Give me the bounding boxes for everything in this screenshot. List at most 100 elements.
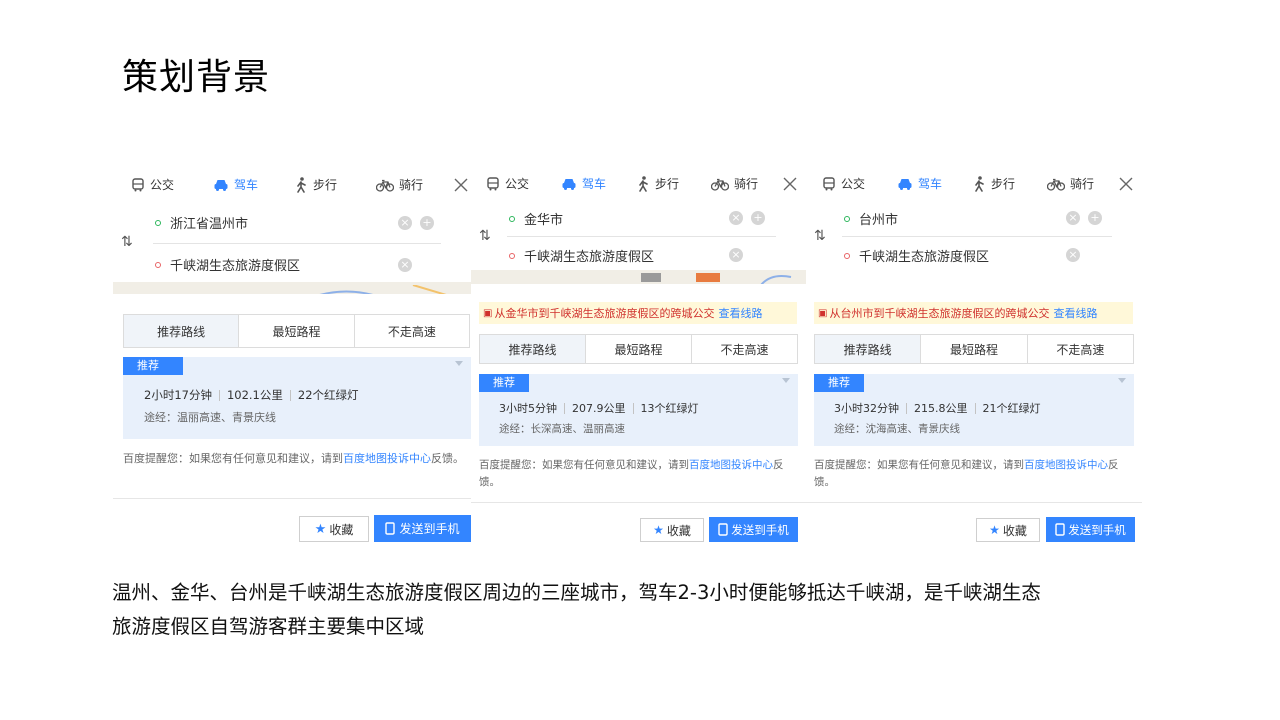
mode-shortest[interactable]: 最短路程	[585, 335, 691, 363]
clear-icon[interactable]: ×	[1066, 248, 1080, 262]
intercity-bus-notice: ▣ 从金华市到千峡湖生态旅游度假区的跨城公交 查看线路	[479, 302, 797, 324]
clear-icon[interactable]: ×	[729, 248, 743, 262]
recommended-badge: 推荐	[123, 357, 183, 375]
clear-icon[interactable]: ×	[398, 216, 412, 230]
end-field[interactable]: 千峡湖生态旅游度假区	[844, 246, 989, 265]
tab-bike[interactable]: 骑行	[376, 176, 423, 193]
bike-icon	[376, 179, 394, 192]
chevron-down-icon[interactable]	[1118, 378, 1126, 383]
favorite-button[interactable]: ★ 收藏	[299, 516, 369, 542]
chevron-down-icon[interactable]	[782, 378, 790, 383]
tab-drive-label: 驾车	[582, 177, 607, 191]
chevron-down-icon[interactable]	[455, 361, 463, 366]
complaint-center-link[interactable]: 百度地图投诉中心	[689, 459, 773, 471]
bus-icon: ▣	[483, 307, 493, 319]
route-via: 途经：沈海高速、青景庆线	[834, 423, 960, 435]
tip-text: 百度提醒您：如果您有任何意见和建议，请到	[814, 459, 1024, 471]
tab-drive[interactable]: 驾车	[213, 176, 258, 193]
tab-bus[interactable]: 公交	[486, 175, 529, 192]
send-to-phone-button[interactable]: 发送到手机	[709, 517, 798, 542]
start-field[interactable]: 金华市	[509, 209, 563, 228]
tab-bus-label: 公交	[150, 178, 175, 192]
tab-walk-label: 步行	[313, 178, 338, 192]
recommended-route-card[interactable]: 推荐 3小时32分钟 215.8公里 21个红绿灯 途经：沈海高速、青景庆线	[814, 374, 1134, 446]
route-stats: 3小时5分钟 207.9公里 13个红绿灯	[499, 400, 699, 416]
end-field[interactable]: 千峡湖生态旅游度假区	[509, 246, 654, 265]
mode-recommended[interactable]: 推荐路线	[815, 335, 921, 363]
start-value: 台州市	[859, 213, 899, 228]
bike-icon	[1047, 178, 1065, 191]
route-via: 途经：长深高速、温丽高速	[499, 423, 625, 435]
favorite-label: 收藏	[329, 522, 354, 537]
complaint-center-link[interactable]: 百度地图投诉中心	[343, 452, 431, 465]
tab-bike-label: 骑行	[399, 178, 424, 192]
phone-icon	[385, 522, 396, 535]
swap-icon[interactable]: ⇅	[121, 234, 133, 250]
close-icon[interactable]	[782, 176, 798, 192]
close-icon[interactable]	[453, 177, 469, 193]
intercity-bus-notice: ▣ 从台州市到千峡湖生态旅游度假区的跨城公交 查看线路	[814, 302, 1133, 324]
start-field[interactable]: 台州市	[844, 209, 898, 228]
tab-bus[interactable]: 公交	[822, 175, 865, 192]
end-field[interactable]: 千峡湖生态旅游度假区	[155, 255, 300, 274]
swap-icon[interactable]: ⇅	[479, 228, 491, 244]
mode-recommended[interactable]: 推荐路线	[124, 315, 239, 347]
clear-icon[interactable]: ×	[398, 258, 412, 272]
tab-drive[interactable]: 驾车	[561, 175, 606, 192]
walk-icon	[639, 175, 648, 192]
tab-bus-label: 公交	[505, 177, 530, 191]
mode-shortest[interactable]: 最短路程	[920, 335, 1026, 363]
tab-bike[interactable]: 骑行	[1047, 175, 1094, 192]
clear-icon[interactable]: ×	[1066, 211, 1080, 225]
route-distance: 215.8公里	[914, 402, 968, 415]
close-icon[interactable]	[1118, 176, 1134, 192]
start-dot-icon	[155, 219, 161, 226]
mode-no-highway[interactable]: 不走高速	[691, 335, 797, 363]
feedback-tip: 百度提醒您：如果您有任何意见和建议，请到百度地图投诉中心反馈。	[814, 457, 1136, 491]
view-route-link[interactable]: 查看线路	[1053, 305, 1097, 321]
mode-recommended[interactable]: 推荐路线	[480, 335, 585, 363]
tab-bus[interactable]: 公交	[131, 176, 174, 193]
end-dot-icon	[509, 252, 515, 259]
tab-walk[interactable]: 步行	[972, 175, 1015, 192]
view-route-link[interactable]: 查看线路	[718, 305, 762, 321]
star-icon: ★	[314, 521, 327, 537]
send-to-phone-button[interactable]: 发送到手机	[374, 515, 471, 542]
send-to-phone-button[interactable]: 发送到手机	[1046, 517, 1135, 542]
start-field[interactable]: 浙江省温州市	[155, 213, 248, 232]
tip-text: 百度提醒您：如果您有任何意见和建议，请到	[123, 452, 343, 465]
end-value: 千峡湖生态旅游度假区	[170, 259, 301, 274]
plus-icon[interactable]: +	[1088, 211, 1102, 225]
recommended-route-card[interactable]: 推荐 3小时5分钟 207.9公里 13个红绿灯 途经：长深高速、温丽高速	[479, 374, 798, 446]
recommended-route-card[interactable]: 推荐 2小时17分钟 102.1公里 22个红绿灯 途经：温丽高速、青景庆线	[123, 357, 471, 439]
map-background	[113, 282, 471, 294]
favorite-button[interactable]: ★ 收藏	[976, 518, 1040, 542]
divider	[806, 502, 1142, 503]
mode-shortest[interactable]: 最短路程	[238, 315, 353, 347]
start-value: 金华市	[524, 213, 564, 228]
tab-walk[interactable]: 步行	[636, 175, 679, 192]
mode-no-highway[interactable]: 不走高速	[1026, 335, 1133, 363]
divider	[113, 498, 471, 499]
tab-bike[interactable]: 骑行	[711, 175, 758, 192]
caption-line-2: 旅游度假区自驾游客群主要集中区域	[112, 615, 425, 638]
route-stats: 2小时17分钟 102.1公里 22个红绿灯	[144, 387, 359, 403]
mode-no-highway[interactable]: 不走高速	[353, 315, 469, 347]
slide-title: 策划背景	[122, 57, 271, 98]
recommended-badge: 推荐	[479, 374, 529, 392]
start-value: 浙江省温州市	[170, 217, 249, 232]
plus-icon[interactable]: +	[420, 216, 434, 230]
tab-walk[interactable]: 步行	[294, 176, 337, 193]
complaint-center-link[interactable]: 百度地图投诉中心	[1024, 459, 1108, 471]
favorite-button[interactable]: ★ 收藏	[640, 518, 704, 542]
tab-drive[interactable]: 驾车	[897, 175, 942, 192]
field-divider	[153, 243, 441, 244]
route-time: 3小时5分钟	[499, 402, 557, 415]
transport-tabs: 公交 驾车 步行 骑行	[471, 170, 806, 198]
tip-text: 百度提醒您：如果您有任何意见和建议，请到	[479, 459, 689, 471]
clear-icon[interactable]: ×	[729, 211, 743, 225]
feedback-tip: 百度提醒您：如果您有任何意见和建议，请到百度地图投诉中心反馈。	[123, 450, 468, 467]
plus-icon[interactable]: +	[751, 211, 765, 225]
swap-icon[interactable]: ⇅	[814, 228, 826, 244]
tab-bus-label: 公交	[841, 177, 866, 191]
